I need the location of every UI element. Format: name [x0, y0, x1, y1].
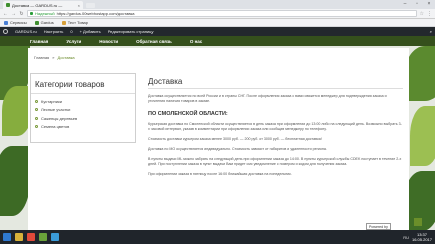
chat-widget-button[interactable] [414, 218, 422, 226]
bookmarks-bar: Сервисы Gardus Тест Товар [0, 19, 435, 27]
bullet-icon [35, 125, 38, 129]
breadcrumb-separator: » [52, 55, 55, 60]
powered-by-badge[interactable]: Powered by [366, 223, 391, 230]
bookmark-label: Gardus [40, 20, 54, 25]
wordpress-logo-icon[interactable] [3, 29, 8, 34]
maximize-icon[interactable]: ▫ [412, 0, 422, 8]
app-icon[interactable] [39, 233, 47, 241]
admin-site-name[interactable]: GARDUS.ru [15, 29, 37, 34]
browser-toolbar: ← → ↻ Надежный https://gardus.00webhosta… [0, 9, 435, 19]
category-item-flower-seeds[interactable]: Семена цветов [35, 123, 131, 132]
category-label: Саженцы деревьев [41, 115, 78, 121]
folder-icon [61, 20, 66, 25]
url-text: https://gardus.00webhostapp.com/доставка [56, 11, 135, 16]
friday-paragraph: При оформлении заказа в пятницу после 16… [148, 172, 292, 176]
leaf-decoration [0, 146, 30, 216]
category-label: Лесные участки [41, 107, 71, 113]
nav-item-home[interactable]: Главная [30, 39, 48, 44]
site-favicon-icon [6, 3, 10, 7]
search-icon[interactable]: ⌕ [430, 29, 432, 34]
lock-icon [30, 12, 33, 15]
intro-paragraph: Доставка осуществляется по всей России и… [148, 94, 387, 103]
category-item-shrubs[interactable]: Кустарники [35, 97, 131, 106]
category-label: Семена цветов [41, 124, 70, 130]
breadcrumb: Главная » Доставка [34, 55, 75, 60]
bullet-icon [35, 116, 38, 120]
section-heading-smolensk: ПО СМОЛЕНСКОЙ ОБЛАСТИ: [148, 111, 228, 117]
os-taskbar: RU 13:37 16.05.2017 [0, 230, 435, 244]
new-tab-button[interactable] [86, 3, 95, 8]
leaf-decoration [405, 46, 435, 101]
category-item-tree-seedlings[interactable]: Саженцы деревьев [35, 114, 131, 123]
category-item-forest-plots[interactable]: Лесные участки [35, 106, 131, 115]
bookmark-label: Тест Товар [67, 20, 88, 25]
file-explorer-icon[interactable] [15, 233, 23, 241]
leaf-decoration [410, 106, 435, 166]
chrome-icon[interactable] [27, 233, 35, 241]
courier-paragraph: Курьерская доставка по Смоленской област… [148, 122, 402, 131]
system-tray: RU 13:37 16.05.2017 [403, 232, 432, 242]
category-label: Кустарники [41, 98, 62, 104]
forward-icon[interactable]: → [11, 11, 16, 17]
bullet-icon [35, 108, 38, 112]
bullet-icon [35, 99, 38, 103]
start-menu-icon[interactable] [3, 233, 11, 241]
address-bar[interactable]: Надежный https://gardus.00webhostapp.com… [27, 10, 417, 17]
minimize-icon[interactable]: – [400, 0, 410, 8]
badge-label: Powered by [369, 224, 388, 229]
browser-tab[interactable]: Доставка — GARDUS.ru — × [3, 1, 83, 9]
site-main-nav: Главная Услуги Новости Обратная связь О … [0, 36, 435, 46]
admin-customize[interactable]: Настроить [44, 29, 64, 34]
bookmark-label: Сервисы [10, 20, 27, 25]
category-list: Кустарники Лесные участки Саженцы деревь… [31, 94, 135, 134]
region-paragraph: Доставка по МО осуществляется индивидуал… [148, 147, 327, 151]
browser-menu-icon[interactable]: ⋮ [427, 11, 432, 17]
clock-date: 16.05.2017 [411, 237, 432, 242]
language-indicator[interactable]: RU [403, 235, 409, 240]
admin-comments-count[interactable]: 0 [70, 29, 72, 34]
back-icon[interactable]: ← [3, 11, 8, 17]
nav-item-news[interactable]: Новости [99, 39, 118, 44]
close-window-icon[interactable]: × [424, 0, 434, 8]
pickup-paragraph: В пункты выдачи ML можно забрать на след… [148, 157, 402, 166]
sidebar-title: Категории товаров [31, 74, 135, 94]
admin-add-new[interactable]: + Добавить [80, 29, 101, 34]
site-favicon-icon [34, 20, 39, 25]
bookmark-star-icon[interactable]: ☆ [420, 11, 424, 17]
bookmark-services[interactable]: Сервисы [4, 20, 27, 25]
close-tab-icon[interactable]: × [78, 3, 80, 8]
apps-icon [4, 20, 8, 25]
breadcrumb-home[interactable]: Главная [34, 55, 49, 60]
page-title: Доставка [148, 73, 403, 89]
nav-item-feedback[interactable]: Обратная связь [136, 39, 172, 44]
categories-sidebar: Категории товаров Кустарники Лесные учас… [30, 73, 136, 143]
admin-edit-page[interactable]: Редактировать страницу [108, 29, 154, 34]
browser-tab-bar: Доставка — GARDUS.ru — × – ▫ × [0, 0, 435, 9]
bookmark-test-product[interactable]: Тест Товар [61, 20, 88, 25]
nav-item-about[interactable]: О нас [190, 39, 202, 44]
reload-icon[interactable]: ↻ [19, 11, 24, 17]
price-paragraph: Стоимость доставки курьером заказа менее… [148, 137, 322, 141]
tab-title: Доставка — GARDUS.ru — [12, 2, 63, 8]
main-content: Доставка Доставка осуществляется по всей… [148, 73, 403, 177]
nav-item-services[interactable]: Услуги [66, 39, 81, 44]
bookmark-gardus[interactable]: Gardus [34, 20, 54, 25]
breadcrumb-current: Доставка [57, 55, 75, 60]
clock[interactable]: 13:37 16.05.2017 [412, 232, 432, 242]
app-icon[interactable] [51, 233, 59, 241]
wp-admin-bar: GARDUS.ru Настроить 0 + Добавить Редакти… [0, 27, 435, 36]
secure-label: Надежный [35, 11, 55, 16]
